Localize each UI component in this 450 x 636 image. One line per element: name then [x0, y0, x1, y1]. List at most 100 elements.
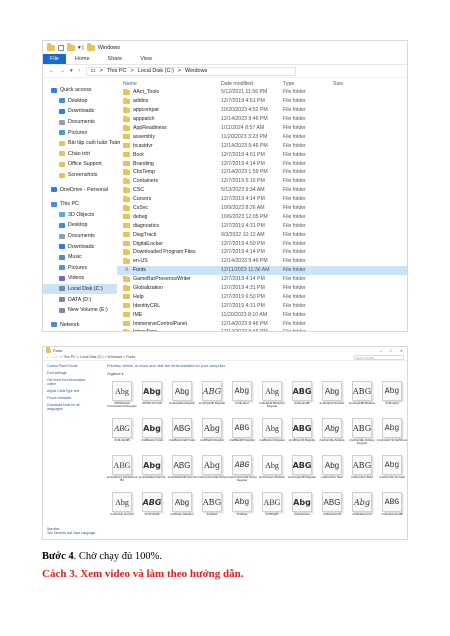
font-tile[interactable]: Abg AWSSans9 OutsideWorld Regular: [105, 379, 139, 413]
font-tile[interactable]: Abg 2ndCantic Scrachbook: [375, 416, 407, 450]
nav-item[interactable]: Local Disk (C:): [43, 283, 117, 295]
file-row[interactable]: ImmersiveControlPanel 12/14/2023 9:46 PM F…: [117, 319, 407, 328]
fonts-sidebar-link[interactable]: Font settings: [47, 371, 95, 375]
tab-share[interactable]: Share: [99, 56, 132, 62]
nav-item[interactable]: OneDrive - Personal: [43, 184, 117, 195]
file-row[interactable]: AppReadiness 1/11/2024 8:57 AM File folder: [117, 124, 407, 133]
font-tile[interactable]: ABG 2ndBrannR Regular: [285, 416, 319, 450]
file-row[interactable]: Branding 12/7/2019 4:14 PM File folder: [117, 159, 407, 168]
breadcrumb-local-disk[interactable]: Local Disk (C:): [138, 68, 174, 74]
file-row[interactable]: GameBarPresenceWriter 12/7/2019 4:14 PM Fi…: [117, 275, 407, 284]
file-row[interactable]: addins 12/7/2019 4:51 PM File folder: [117, 97, 407, 106]
back-arrow-icon[interactable]: ←: [49, 68, 55, 74]
font-tile[interactable]: Abg 8xkDH Normal: [135, 379, 169, 413]
font-tile[interactable]: Abg 2ndCoNo Normal: [105, 490, 139, 524]
file-row[interactable]: CbsTemp 12/14/2023 1:59 PM File folder: [117, 168, 407, 177]
file-row[interactable]: apppatch 12/14/2023 9:46 PM File folder: [117, 115, 407, 124]
font-tile[interactable]: Abg 2ndBydem Regular: [255, 416, 289, 450]
file-row[interactable]: DiagTrack 9/3/2022 10:12 AM File folder: [117, 230, 407, 239]
file-row[interactable]: Help 12/7/2019 6:50 PM File folder: [117, 292, 407, 301]
file-row[interactable]: A Fonts 12/11/2023 11:36 AM File folder: [117, 265, 407, 275]
nav-item[interactable]: Downloads: [43, 241, 117, 252]
fonts-sidebar-link[interactable]: Adjust ClearType text: [47, 389, 95, 393]
file-row[interactable]: DigitalLocker 12/7/2019 4:50 PM File folde…: [117, 239, 407, 248]
file-row[interactable]: Downloaded Program Files 12/7/2019 4:14 P…: [117, 248, 407, 257]
file-row[interactable]: Boot 12/7/2019 4:51 PM File folder: [117, 150, 407, 159]
file-row[interactable]: en-US 12/14/2023 9:46 PM File folder: [117, 257, 407, 266]
file-row[interactable]: AAct_Tools 5/12/2021 11:56 PM File folder: [117, 88, 407, 97]
close-icon[interactable]: ✕: [400, 349, 403, 353]
font-tile[interactable]: ABG 2ndLiquidB: [285, 379, 319, 413]
fonts-breadcrumb[interactable]: > This PC > Local Disk (C:) > Windows > …: [60, 355, 135, 359]
tab-file[interactable]: File: [43, 54, 66, 64]
font-tile[interactable]: Abg 2ndLiquid Barscript Regular: [255, 379, 289, 413]
recent-chevron-icon[interactable]: ▾: [70, 68, 73, 74]
nav-item[interactable]: Quick access: [43, 85, 117, 96]
nav-item[interactable]: Office Support: [43, 159, 117, 170]
file-row[interactable]: Containers 12/7/2019 5:16 PM File folder: [117, 177, 407, 186]
file-row[interactable]: Globalization 12/7/2019 4:31 PM File folde…: [117, 284, 407, 293]
file-row[interactable]: CxSvc 10/9/2023 8:26 AM File folder: [117, 204, 407, 213]
nav-item[interactable]: This PC: [43, 199, 117, 210]
font-tile[interactable]: Abg 2ndFlare Medium: [165, 490, 199, 524]
nav-item[interactable]: Desktop: [43, 96, 117, 107]
font-tile[interactable]: Abg 2ndLiquid Chucker: [315, 379, 349, 413]
file-row[interactable]: IdentityCRL 12/7/2019 4:31 PM File folder: [117, 301, 407, 310]
font-tile[interactable]: Abg 2ndCourier Normal: [375, 453, 407, 487]
nav-item[interactable]: Videos: [43, 273, 117, 284]
font-tile[interactable]: Abg 2ndCourier New: [315, 453, 349, 487]
font-tile[interactable]: ABG 2ndCarlney Scrapbook Bd: [105, 453, 139, 487]
file-row[interactable]: appcompat 10/20/2023 4:52 PM File folder: [117, 106, 407, 115]
file-row[interactable]: assembly 11/20/2023 3:23 PM File folder: [117, 132, 407, 141]
nav-item[interactable]: Pictures: [43, 127, 117, 138]
nav-item[interactable]: DATA (D:): [43, 294, 117, 305]
column-type[interactable]: Type: [283, 81, 333, 87]
forward-arrow-icon[interactable]: →: [60, 68, 66, 74]
font-tile[interactable]: ABG 2ndLiquidB: [105, 416, 139, 450]
file-row[interactable]: Cursors 12/7/2019 4:14 PM File folder: [117, 195, 407, 204]
fonts-sidebar-link[interactable]: Get more font information online: [47, 378, 95, 386]
font-tile[interactable]: Abg 2ndBlack Regular: [195, 416, 229, 450]
nav-item[interactable]: Pictures: [43, 263, 117, 274]
column-name[interactable]: Name: [117, 81, 221, 87]
font-tile[interactable]: Abg 2ndBanner Gold: [135, 416, 169, 450]
font-tile[interactable]: ABG 2ndCooperB Regular: [285, 453, 319, 487]
back-arrow-icon[interactable]: ← → ↑: [46, 355, 57, 359]
address-box[interactable]: ▭ > This PC > Local Disk (C:) > Windows: [85, 66, 296, 76]
font-tile[interactable]: Abg 2ndCastelar Normal: [135, 453, 169, 487]
nav-item[interactable]: Documents: [43, 117, 117, 128]
organize-button[interactable]: Organize ▾: [103, 370, 407, 378]
column-size[interactable]: Size: [333, 81, 373, 87]
nav-item[interactable]: Screenshots: [43, 170, 117, 181]
text-services-link[interactable]: Text Services and Input Language: [47, 531, 95, 535]
file-row[interactable]: diagnostics 12/7/2019 4:31 PM File folder: [117, 221, 407, 230]
nav-item[interactable]: Network: [43, 319, 117, 330]
breadcrumb-windows[interactable]: Windows: [185, 68, 207, 74]
font-tile[interactable]: ABG 2ndBlackR Regular: [225, 416, 259, 450]
nav-item[interactable]: Desktop: [43, 220, 117, 231]
tab-view[interactable]: View: [131, 56, 161, 62]
font-tile[interactable]: ABG 2ndLiquidR Regular: [195, 379, 229, 413]
breadcrumb-this-pc[interactable]: This PC: [107, 68, 127, 74]
font-tile[interactable]: Abg 2ndGaramo: [285, 490, 319, 524]
minimize-icon[interactable]: –: [380, 349, 382, 353]
font-tile[interactable]: ABG 2ndFlairB: [255, 490, 289, 524]
fonts-sidebar-link[interactable]: Find a character: [47, 396, 95, 400]
font-tile[interactable]: Abg 2ndFlair: [225, 490, 259, 524]
file-row[interactable]: InboxApps 12/14/2023 9:46 PMFile folder: [117, 328, 407, 331]
column-date-modified[interactable]: Date modified: [221, 81, 283, 87]
font-tile[interactable]: Abg 2ndLiquid: [225, 379, 259, 413]
nav-item[interactable]: Bài tập cuối tuần Toán: [43, 138, 120, 149]
file-row[interactable]: bcastdvr 12/14/2023 9:46 PM File folder: [117, 141, 407, 150]
nav-item[interactable]: 3D Objects: [43, 210, 117, 221]
font-tile[interactable]: Abg 2ndCommercial Script: [195, 453, 229, 487]
tab-home[interactable]: Home: [66, 56, 99, 62]
font-tile[interactable]: ABG 2ndGaramoB: [315, 490, 349, 524]
file-row[interactable]: IME 11/20/2023 8:10 AM File folder: [117, 310, 407, 319]
fonts-sidebar-link[interactable]: Download fonts for all languages: [47, 403, 95, 411]
nav-item[interactable]: Documents: [43, 231, 117, 242]
nav-item[interactable]: Music: [43, 252, 117, 263]
font-tile[interactable]: ABG 2ndCommercial Script Regular: [225, 453, 259, 487]
font-tile[interactable]: ABG 2ndLiquidB Medium: [345, 379, 379, 413]
font-tile[interactable]: ABG 2ndBanneraR Gold: [165, 416, 199, 450]
